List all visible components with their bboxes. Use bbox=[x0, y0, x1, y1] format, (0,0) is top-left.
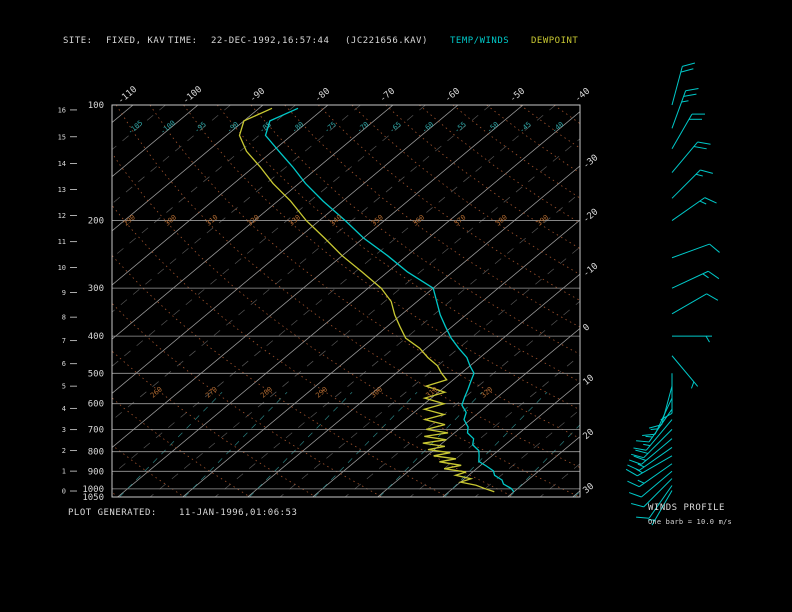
svg-text:100: 100 bbox=[88, 101, 104, 111]
svg-text:-55: -55 bbox=[453, 120, 468, 134]
svg-text:-95: -95 bbox=[193, 120, 208, 134]
svg-text:-10: -10 bbox=[582, 261, 601, 279]
svg-text:15: 15 bbox=[58, 133, 66, 141]
svg-text:-50: -50 bbox=[485, 120, 500, 134]
svg-text:-90: -90 bbox=[225, 120, 240, 134]
svg-text:-40: -40 bbox=[573, 86, 592, 104]
svg-text:260: 260 bbox=[149, 385, 164, 399]
svg-text:-20: -20 bbox=[582, 207, 601, 225]
svg-text:340: 340 bbox=[329, 213, 344, 227]
svg-text:-70: -70 bbox=[378, 86, 397, 104]
svg-text:20: 20 bbox=[582, 427, 597, 442]
svg-text:4: 4 bbox=[62, 405, 66, 413]
svg-text:-75: -75 bbox=[323, 120, 338, 134]
svg-text:3: 3 bbox=[62, 426, 66, 434]
svg-text:300: 300 bbox=[163, 213, 178, 227]
svg-text:-40: -40 bbox=[550, 120, 565, 134]
svg-text:200: 200 bbox=[88, 217, 104, 227]
svg-text:9: 9 bbox=[62, 289, 66, 297]
svg-text:270: 270 bbox=[204, 385, 219, 399]
svg-text:12: 12 bbox=[58, 212, 66, 220]
svg-text:0: 0 bbox=[582, 322, 593, 333]
svg-text:10: 10 bbox=[582, 373, 597, 388]
svg-text:310: 310 bbox=[424, 385, 439, 399]
svg-text:-70: -70 bbox=[355, 120, 370, 134]
winds-profile-title: WINDS PROFILE bbox=[648, 503, 725, 513]
svg-text:5: 5 bbox=[62, 383, 66, 391]
svg-text:14: 14 bbox=[58, 160, 66, 168]
svg-text:11: 11 bbox=[58, 238, 66, 246]
svg-text:7: 7 bbox=[62, 337, 66, 345]
svg-text:13: 13 bbox=[58, 186, 66, 194]
svg-text:310: 310 bbox=[205, 213, 220, 227]
svg-text:16: 16 bbox=[58, 106, 66, 114]
svg-text:700: 700 bbox=[88, 425, 104, 435]
svg-text:320: 320 bbox=[246, 213, 261, 227]
winds-scale-note: One barb = 10.0 m/s bbox=[648, 518, 732, 526]
svg-text:-60: -60 bbox=[443, 86, 462, 104]
svg-text:800: 800 bbox=[88, 448, 104, 458]
svg-text:390: 390 bbox=[535, 213, 550, 227]
svg-text:0: 0 bbox=[62, 488, 66, 496]
svg-text:10: 10 bbox=[58, 264, 66, 272]
svg-text:360: 360 bbox=[411, 213, 426, 227]
svg-text:290: 290 bbox=[122, 213, 137, 227]
svg-text:-110: -110 bbox=[116, 85, 139, 107]
svg-text:-85: -85 bbox=[258, 120, 273, 134]
svg-text:-105: -105 bbox=[126, 119, 144, 136]
svg-text:1: 1 bbox=[62, 468, 66, 476]
svg-text:330: 330 bbox=[287, 213, 302, 227]
svg-text:-50: -50 bbox=[508, 86, 527, 104]
svg-text:8: 8 bbox=[62, 314, 66, 322]
svg-text:30: 30 bbox=[582, 482, 597, 497]
svg-text:1050: 1050 bbox=[82, 493, 104, 503]
svg-text:2: 2 bbox=[62, 447, 66, 455]
svg-text:-30: -30 bbox=[582, 153, 601, 171]
plot-generated-label: PLOT GENERATED: bbox=[68, 508, 157, 518]
svg-text:320: 320 bbox=[479, 385, 494, 399]
svg-text:-80: -80 bbox=[290, 120, 305, 134]
svg-text:-100: -100 bbox=[181, 85, 204, 107]
svg-text:900: 900 bbox=[88, 467, 104, 477]
svg-text:6: 6 bbox=[62, 360, 66, 368]
svg-text:-90: -90 bbox=[248, 86, 267, 104]
svg-text:-80: -80 bbox=[313, 86, 332, 104]
svg-text:-65: -65 bbox=[388, 120, 403, 134]
svg-text:280: 280 bbox=[259, 385, 274, 399]
svg-text:-60: -60 bbox=[420, 120, 435, 134]
svg-text:350: 350 bbox=[370, 213, 385, 227]
svg-text:300: 300 bbox=[369, 385, 384, 399]
svg-text:380: 380 bbox=[494, 213, 509, 227]
skewt-screen: SITE: FIXED, KAV TIME: 22-DEC-1992,16:57… bbox=[0, 0, 792, 612]
svg-text:300: 300 bbox=[88, 284, 104, 294]
svg-text:400: 400 bbox=[88, 332, 104, 342]
svg-text:290: 290 bbox=[314, 385, 329, 399]
plot-generated-value: 11-JAN-1996,01:06:53 bbox=[179, 508, 297, 518]
svg-text:-45: -45 bbox=[518, 120, 533, 134]
svg-text:500: 500 bbox=[88, 369, 104, 379]
svg-text:600: 600 bbox=[88, 400, 104, 410]
